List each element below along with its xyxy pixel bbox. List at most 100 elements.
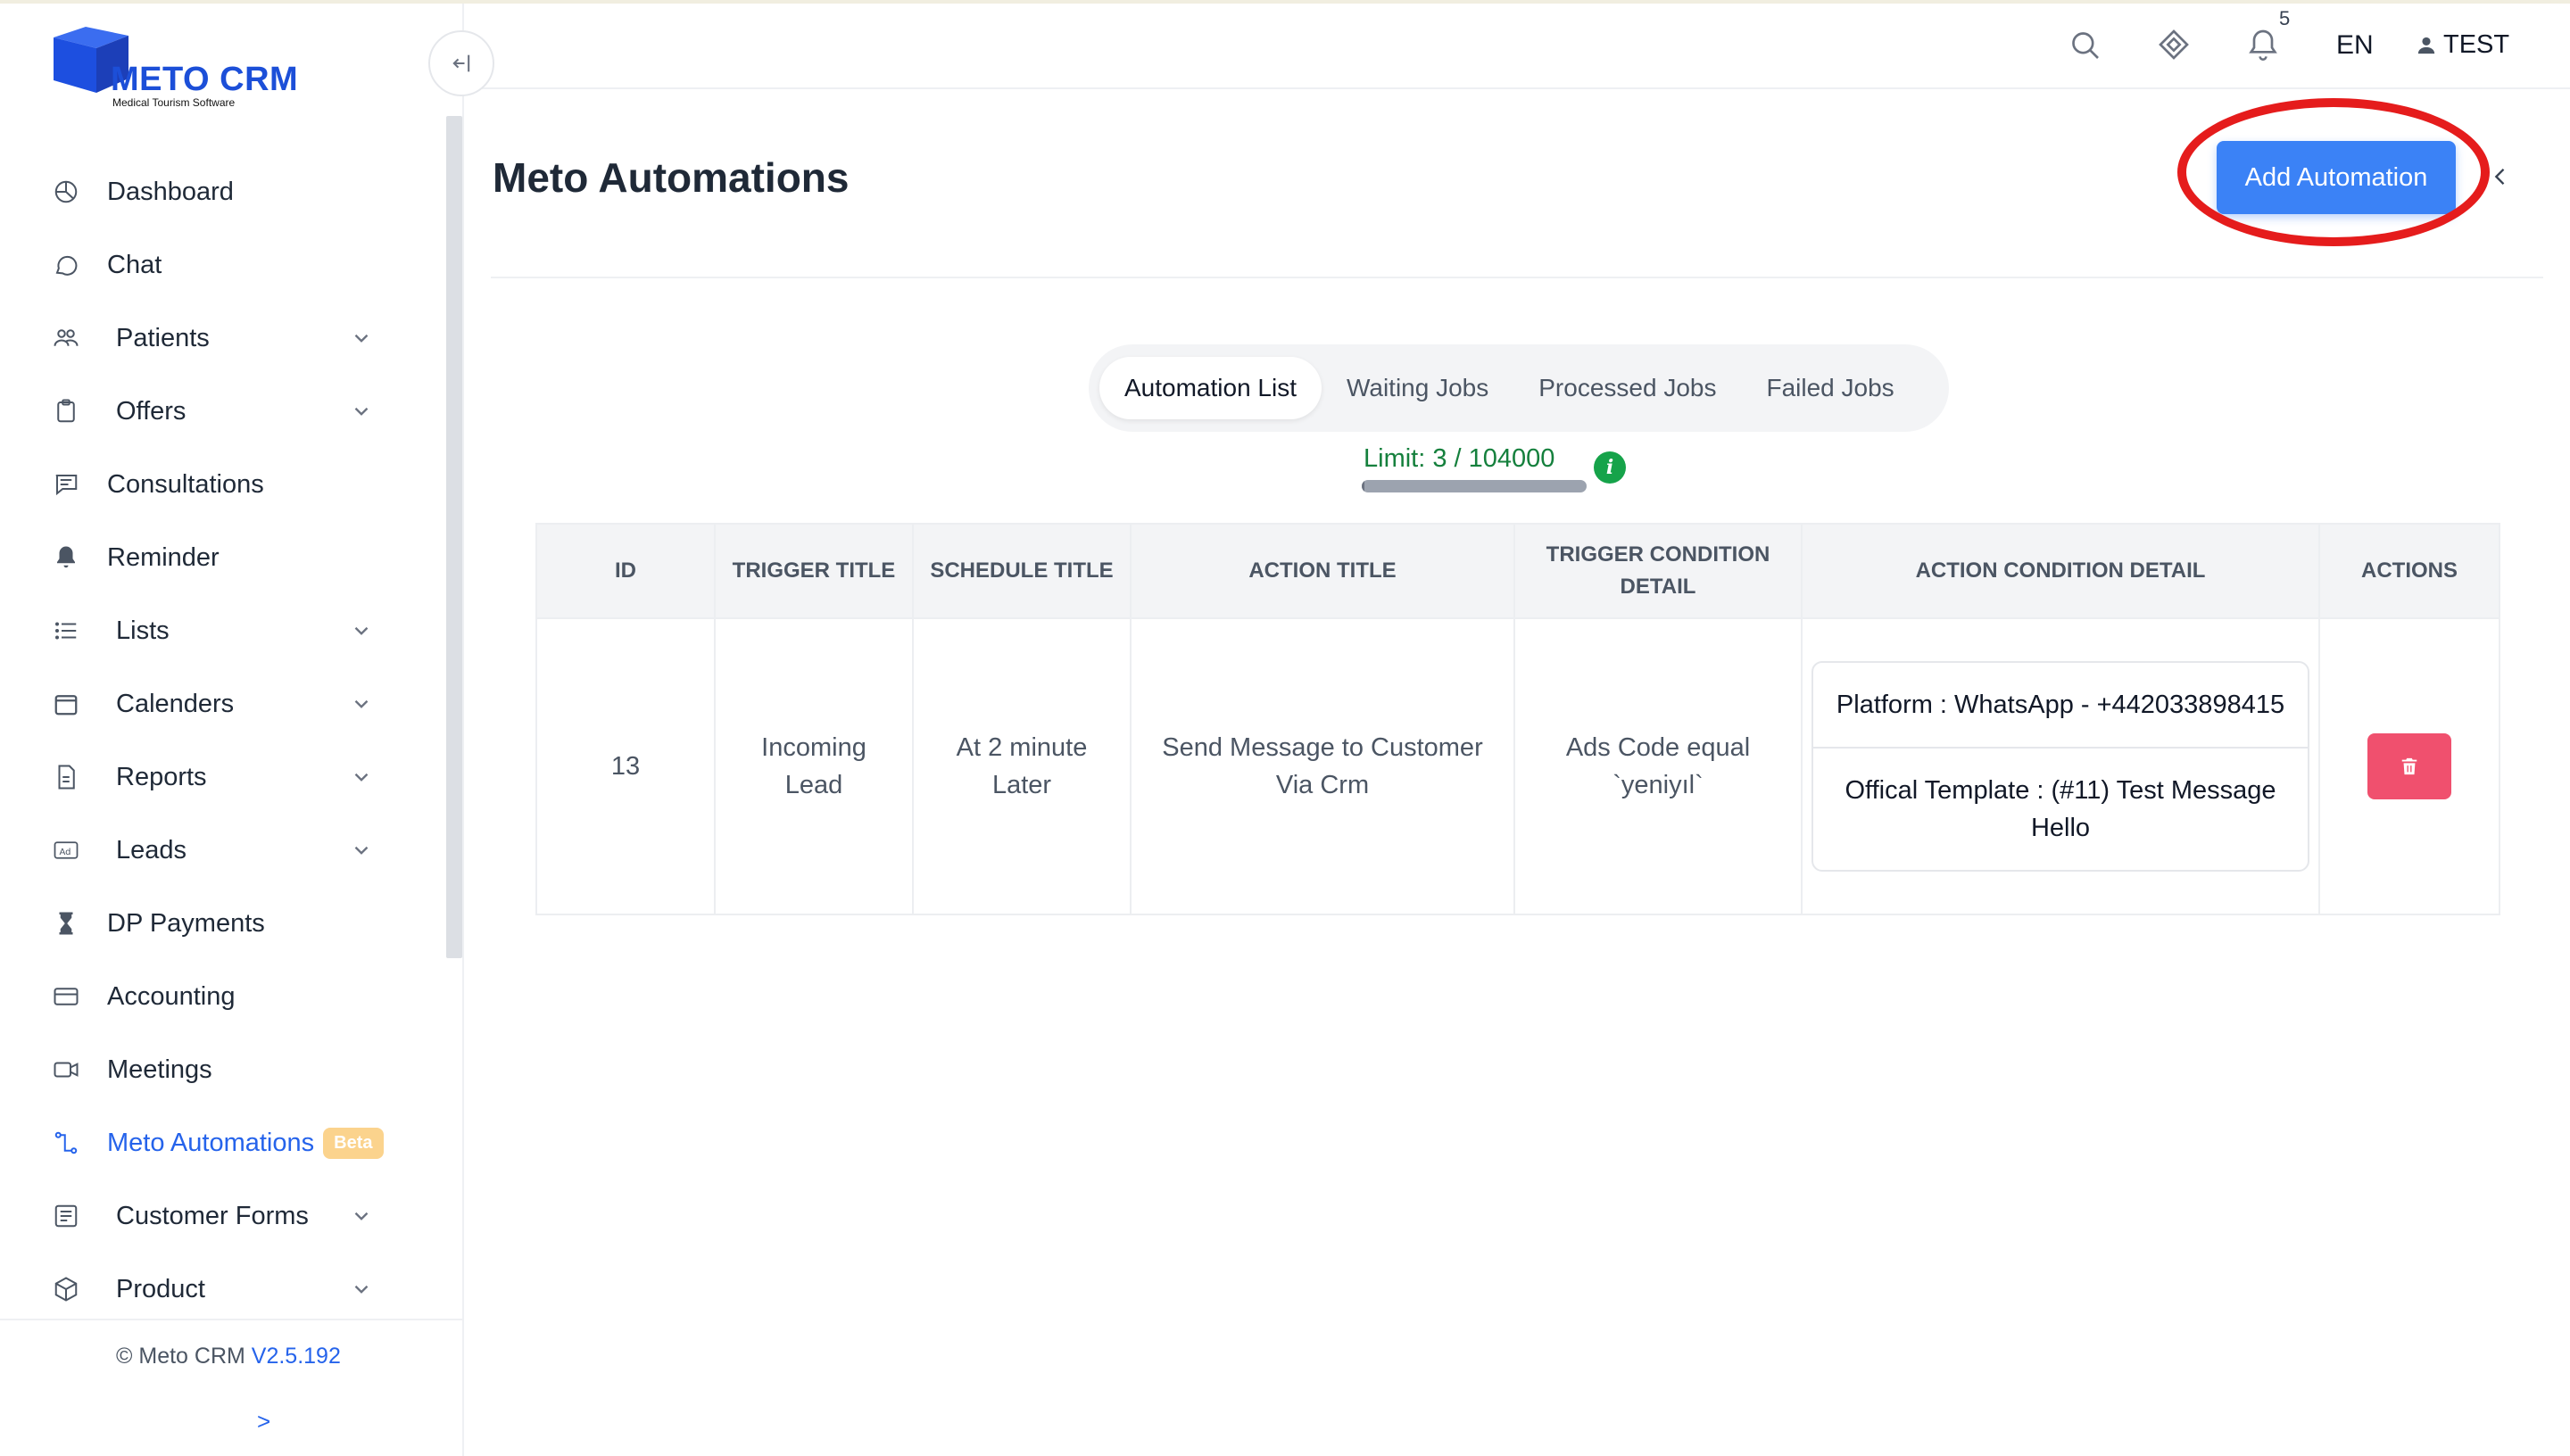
sidebar-item-label: Patients: [116, 323, 210, 352]
chevron-down-icon: [354, 846, 369, 855]
card-icon: [50, 980, 82, 1013]
sidebar: METO CRM Medical Tourism Software Dashbo…: [0, 4, 464, 1456]
sidebar-item-label: DP Payments: [107, 908, 265, 938]
chevron-down-icon: [354, 407, 369, 416]
tab-waiting-jobs[interactable]: Waiting Jobs: [1322, 357, 1513, 419]
cell-action-condition: Platform : WhatsApp - +442033898415 Offi…: [1801, 617, 2320, 915]
calendar-icon: [50, 688, 82, 720]
cell-trigger-condition: Ads Code equal `yeniyıl`: [1513, 617, 1803, 915]
sidebar-item-label: Chat: [107, 250, 162, 279]
limit-progress-fill: [1362, 480, 1364, 492]
beta-badge: Beta: [323, 1127, 384, 1159]
search-icon[interactable]: [2067, 27, 2102, 62]
sidebar-item-offers[interactable]: Offers: [0, 375, 428, 448]
page-title: Meto Automations: [493, 154, 850, 201]
expand-sidebar-button[interactable]: >: [257, 1408, 270, 1435]
sidebar-item-dp-payments[interactable]: DP Payments: [0, 887, 428, 960]
brand-tagline: Medical Tourism Software: [112, 96, 236, 109]
add-automation-button[interactable]: Add Automation: [2217, 141, 2456, 214]
tab-processed-jobs[interactable]: Processed Jobs: [1513, 357, 1741, 419]
sidebar-item-label: Leads: [116, 835, 187, 864]
tab-automation-list[interactable]: Automation List: [1099, 357, 1322, 419]
sidebar-item-meetings[interactable]: Meetings: [0, 1033, 428, 1106]
sidebar-item-label: Reports: [116, 762, 207, 791]
sidebar-nav: Dashboard Chat Patients Offers Consultat…: [0, 155, 428, 1326]
chevron-down-icon: [354, 1285, 369, 1294]
sidebar-item-patients[interactable]: Patients: [0, 302, 428, 375]
collapse-sidebar-button[interactable]: [428, 30, 494, 96]
limit-text: Limit: 3 / 104000: [1364, 444, 1555, 473]
delete-button[interactable]: [2367, 733, 2451, 799]
user-name: TEST: [2443, 30, 2510, 59]
info-icon[interactable]: i: [1594, 451, 1626, 484]
column-header-schedule-title: SCHEDULE TITLE: [912, 523, 1132, 619]
divider: [491, 277, 2543, 278]
user-menu[interactable]: TEST: [2417, 30, 2509, 60]
cell-id: 13: [535, 617, 716, 915]
cell-action-title: Send Message to Customer Via Crm: [1130, 617, 1515, 915]
sidebar-item-calenders[interactable]: Calenders: [0, 667, 428, 740]
sidebar-item-label: Meto Automations: [107, 1128, 315, 1157]
sidebar-scrollbar[interactable]: [446, 116, 462, 958]
sidebar-item-consultations[interactable]: Consultations: [0, 448, 428, 521]
automations-table: ID TRIGGER TITLE SCHEDULE TITLE ACTION T…: [535, 523, 2500, 915]
sidebar-item-label: Offers: [116, 396, 187, 426]
table-header-row: ID TRIGGER TITLE SCHEDULE TITLE ACTION T…: [535, 523, 2500, 619]
sidebar-item-meto-automations[interactable]: Meto Automations Beta: [0, 1106, 428, 1179]
column-header-id: ID: [535, 523, 716, 619]
sidebar-item-label: Calenders: [116, 689, 235, 718]
chevron-left-icon[interactable]: [2488, 162, 2513, 191]
sidebar-item-label: Lists: [116, 616, 170, 645]
box-icon: [50, 1273, 82, 1305]
sidebar-footer: © Meto CRM V2.5.192 >: [0, 1319, 464, 1452]
limit-progress-bar: [1362, 480, 1587, 492]
chat-icon: [50, 249, 82, 281]
report-icon: [50, 761, 82, 793]
sidebar-item-reports[interactable]: Reports: [0, 740, 428, 814]
cell-schedule-title: At 2 minute Later: [912, 617, 1132, 915]
sidebar-item-dashboard[interactable]: Dashboard: [0, 155, 428, 228]
sidebar-item-label: Customer Forms: [116, 1201, 309, 1230]
bell-icon: [50, 542, 82, 574]
chevron-down-icon: [354, 1212, 369, 1220]
sidebar-item-label: Product: [116, 1274, 205, 1303]
sidebar-item-label: Meetings: [107, 1055, 212, 1084]
copyright-text: © Meto CRM: [116, 1344, 245, 1369]
action-condition-list: Platform : WhatsApp - +442033898415 Offi…: [1811, 661, 2309, 872]
sidebar-item-customer-forms[interactable]: Customer Forms: [0, 1179, 428, 1253]
list-icon: [50, 615, 82, 647]
chevron-down-icon: [354, 699, 369, 708]
column-header-trigger-title: TRIGGER TITLE: [714, 523, 914, 619]
brand-name: METO CRM: [111, 61, 299, 98]
version-link[interactable]: V2.5.192: [252, 1344, 341, 1369]
clipboard-icon: [50, 395, 82, 427]
notification-bell-icon[interactable]: [2245, 27, 2281, 62]
sidebar-item-lists[interactable]: Lists: [0, 594, 428, 667]
column-header-trigger-condition: TRIGGER CONDITION DETAIL: [1513, 523, 1803, 619]
hourglass-icon: [50, 907, 82, 939]
form-icon: [50, 1200, 82, 1232]
tab-failed-jobs[interactable]: Failed Jobs: [1741, 357, 1919, 419]
users-icon: [50, 322, 82, 354]
video-icon: [50, 1054, 82, 1086]
language-selector[interactable]: EN: [2336, 30, 2374, 61]
message-icon: [50, 468, 82, 500]
trash-icon: [2401, 757, 2417, 775]
brand-logo[interactable]: METO CRM Medical Tourism Software: [48, 21, 316, 111]
automation-icon: [50, 1127, 82, 1159]
column-header-action-title: ACTION TITLE: [1130, 523, 1515, 619]
sidebar-item-chat[interactable]: Chat: [0, 228, 428, 302]
table-row[interactable]: 13 Incoming Lead At 2 minute Later Send …: [535, 617, 2500, 915]
sidebar-item-label: Reminder: [107, 542, 220, 572]
apps-icon[interactable]: [2156, 27, 2192, 62]
sidebar-item-product[interactable]: Product: [0, 1253, 428, 1326]
sidebar-item-leads[interactable]: Ad Leads: [0, 814, 428, 887]
sidebar-item-accounting[interactable]: Accounting: [0, 960, 428, 1033]
column-header-action-condition: ACTION CONDITION DETAIL: [1801, 523, 2320, 619]
action-condition-item: Platform : WhatsApp - +442033898415: [1836, 691, 2285, 719]
chevron-down-icon: [354, 626, 369, 635]
cell-actions: [2318, 617, 2500, 915]
dashboard-icon: [50, 176, 82, 208]
sidebar-item-reminder[interactable]: Reminder: [0, 521, 428, 594]
collapse-left-icon: [452, 54, 470, 72]
